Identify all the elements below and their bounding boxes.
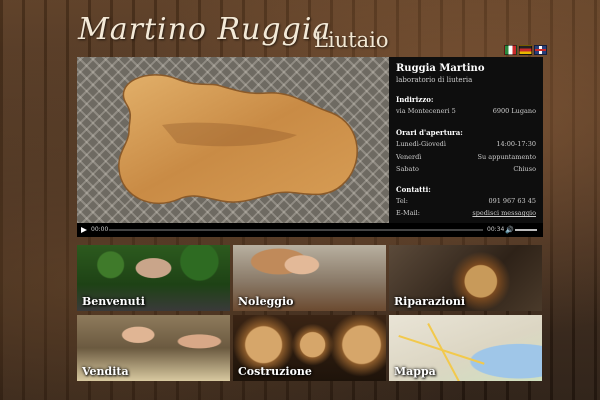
tile-label: Riparazioni bbox=[394, 295, 466, 308]
hours-row: Lunedì-Giovedì 14:00-17:30 bbox=[396, 140, 536, 148]
violin-back-photo bbox=[77, 57, 389, 223]
tile-label: Benvenuti bbox=[82, 295, 145, 308]
volume-slider[interactable] bbox=[515, 229, 537, 231]
address-city: 6900 Lugano bbox=[492, 107, 536, 115]
tile-label: Noleggio bbox=[238, 295, 294, 308]
tile-vendita[interactable]: Vendita bbox=[77, 315, 230, 381]
hours-day: Lunedì-Giovedì bbox=[396, 140, 446, 148]
navigation-tiles: Benvenuti Noleggio Riparazioni Vendita C… bbox=[77, 245, 543, 381]
email-row: E-Mail: spedisci messaggio bbox=[396, 209, 536, 217]
hours-day: Sabato bbox=[396, 165, 419, 173]
tile-label: Vendita bbox=[82, 365, 129, 378]
hours-time: Su appuntamento bbox=[477, 153, 536, 161]
tile-riparazioni[interactable]: Riparazioni bbox=[389, 245, 542, 311]
en-flag-icon[interactable] bbox=[534, 45, 547, 55]
business-tagline: laboratorio di liuteria bbox=[396, 76, 473, 84]
hours-row: Venerdì Su appuntamento bbox=[396, 153, 536, 161]
duration-time: 00:34 bbox=[487, 226, 505, 233]
hours-day: Venerdì bbox=[396, 153, 422, 161]
tile-label: Costruzione bbox=[238, 365, 312, 378]
current-time: 00:00 bbox=[91, 226, 109, 233]
play-icon[interactable] bbox=[81, 227, 87, 233]
site-header: Martino Ruggia Liutaio bbox=[78, 10, 548, 58]
address-street: via Monteceneri 5 bbox=[396, 107, 456, 115]
tile-costruzione[interactable]: Costruzione bbox=[233, 315, 386, 381]
contact-info-panel: Ruggia Martino laboratorio di liuteria I… bbox=[389, 57, 543, 223]
owner-name: Ruggia Martino bbox=[396, 63, 485, 74]
volume-icon[interactable]: 🔊 bbox=[505, 227, 514, 234]
hours-label: Orari d'apertura: bbox=[396, 128, 463, 137]
tile-label: Mappa bbox=[394, 365, 436, 378]
tel-row: Tel: 091 967 63 45 bbox=[396, 197, 536, 205]
email-link[interactable]: spedisci messaggio bbox=[472, 209, 536, 217]
media-player: 00:00 00:34 🔊 bbox=[77, 223, 543, 237]
language-switcher bbox=[504, 45, 547, 55]
hours-row: Sabato Chiuso bbox=[396, 165, 536, 173]
tel-value: 091 967 63 45 bbox=[488, 197, 536, 205]
de-flag-icon[interactable] bbox=[519, 45, 532, 55]
address-row: via Monteceneri 5 6900 Lugano bbox=[396, 107, 536, 115]
address-label: Indirizzo: bbox=[396, 95, 434, 104]
violin-back-image bbox=[118, 74, 358, 204]
contacts-label: Contatti: bbox=[396, 185, 431, 194]
hours-time: 14:00-17:30 bbox=[496, 140, 536, 148]
tile-mappa[interactable]: Mappa bbox=[389, 315, 542, 381]
tel-label: Tel: bbox=[396, 197, 408, 205]
hours-time: Chiuso bbox=[513, 165, 536, 173]
tile-noleggio[interactable]: Noleggio bbox=[233, 245, 386, 311]
logo-subtitle: Liutaio bbox=[314, 28, 389, 52]
logo-name[interactable]: Martino Ruggia bbox=[78, 12, 331, 47]
email-label: E-Mail: bbox=[396, 209, 420, 217]
tile-benvenuti[interactable]: Benvenuti bbox=[77, 245, 230, 311]
hero-panel: Ruggia Martino laboratorio di liuteria I… bbox=[77, 57, 543, 237]
it-flag-icon[interactable] bbox=[504, 45, 517, 55]
progress-track[interactable] bbox=[109, 229, 483, 231]
